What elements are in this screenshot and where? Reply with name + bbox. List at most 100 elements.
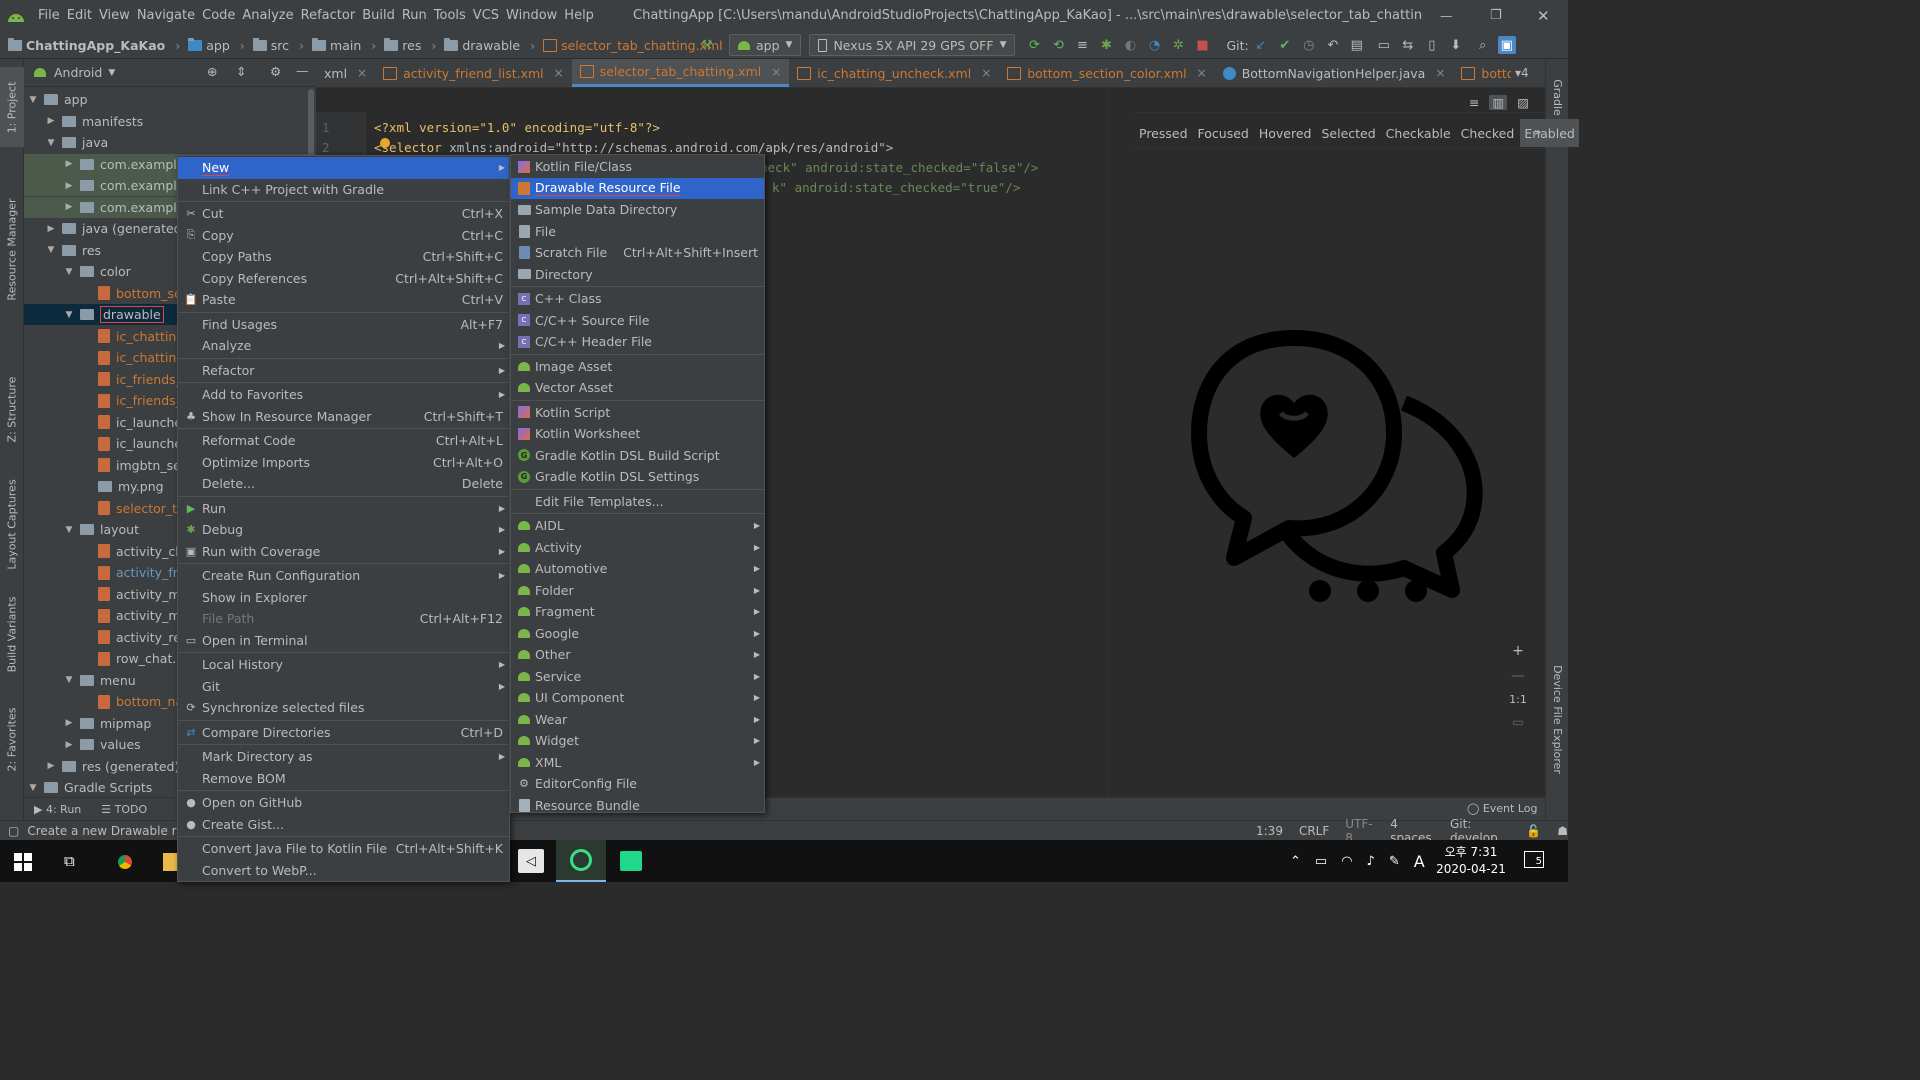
expand-down-icon[interactable]: ▼: [64, 525, 74, 535]
debug-icon[interactable]: ✱: [1097, 36, 1115, 54]
menu-item-analyze[interactable]: Analyze ▶: [178, 335, 509, 357]
breadcrumb-item[interactable]: res ›: [384, 37, 436, 53]
expand-right-icon[interactable]: ▶: [64, 718, 74, 728]
menu-item-synchronize-selected-files[interactable]: ⟳ Synchronize selected files: [178, 697, 509, 719]
wifi-icon[interactable]: ◠: [1341, 854, 1352, 869]
menu-item-add-to-favorites[interactable]: Add to Favorites ▶: [178, 384, 509, 406]
menu-item-compare-directories[interactable]: ⇄ Compare Directories Ctrl+D: [178, 722, 509, 744]
tab-event-log[interactable]: ◯ Event Log: [1467, 802, 1537, 815]
menu-item-file-path[interactable]: File Path Ctrl+Alt+F12: [178, 608, 509, 630]
menu-item-paste[interactable]: 📋 Paste Ctrl+V: [178, 289, 509, 311]
intention-bulb-icon[interactable]: [380, 138, 390, 148]
menu-item-mark-directory-as[interactable]: Mark Directory as ▶: [178, 746, 509, 768]
menu-file[interactable]: File: [38, 0, 67, 31]
state-tab-checkable[interactable]: Checkable: [1382, 119, 1455, 147]
tab-bottomnavigationhelper-java[interactable]: BottomNavigationHelper.java ×: [1215, 59, 1454, 87]
battery-icon[interactable]: ▭: [1315, 854, 1327, 869]
chrome-icon[interactable]: [113, 850, 137, 874]
menu-item-other[interactable]: Other ▶: [511, 644, 764, 666]
state-tab-focused[interactable]: Focused: [1194, 119, 1253, 147]
git-commit-icon[interactable]: ✔: [1276, 36, 1294, 54]
menu-item-remove-bom[interactable]: Remove BOM: [178, 768, 509, 790]
menu-item-show-in-resource-manager[interactable]: ♣ Show In Resource Manager Ctrl+Shift+T: [178, 406, 509, 428]
tab-resource-manager[interactable]: Resource Manager: [0, 169, 24, 329]
ime-indicator[interactable]: A: [1414, 852, 1425, 871]
tab-run[interactable]: ▶ 4: Run: [34, 803, 81, 816]
menu-item-kotlin-script[interactable]: Kotlin Script: [511, 402, 764, 424]
menu-item-sample-data-directory[interactable]: Sample Data Directory: [511, 199, 764, 221]
menu-item-aidl[interactable]: AIDL ▶: [511, 515, 764, 537]
expand-right-icon[interactable]: ▶: [64, 159, 74, 169]
zoom-actual-size-button[interactable]: 1:1: [1509, 693, 1527, 706]
menu-edit[interactable]: Edit: [67, 0, 99, 31]
apply-changes-icon[interactable]: ⟳: [1025, 36, 1043, 54]
zoom-out-icon[interactable]: —: [1511, 668, 1525, 684]
hide-panel-icon[interactable]: —: [296, 63, 309, 78]
menu-item-local-history[interactable]: Local History ▶: [178, 654, 509, 676]
menu-item-cut[interactable]: ✂ Cut Ctrl+X: [178, 203, 509, 225]
menu-item-create-run-configuration[interactable]: Create Run Configuration ▶: [178, 565, 509, 587]
menu-item-c-class[interactable]: C C++ Class: [511, 288, 764, 310]
close-tab-icon[interactable]: ×: [1197, 66, 1207, 80]
expand-down-icon[interactable]: ▼: [46, 138, 56, 148]
menu-item-widget[interactable]: Widget ▶: [511, 730, 764, 752]
notification-center-icon[interactable]: 5: [1524, 851, 1544, 868]
breadcrumb-item[interactable]: src ›: [252, 37, 304, 53]
run-list-icon[interactable]: ≡: [1073, 36, 1091, 54]
run-config-select[interactable]: app ▼: [729, 34, 802, 56]
breadcrumb-item[interactable]: app ›: [188, 37, 245, 53]
menu-item-find-usages[interactable]: Find Usages Alt+F7: [178, 314, 509, 336]
expand-down-icon[interactable]: ▼: [46, 245, 56, 255]
project-structure-icon[interactable]: ▤: [1348, 36, 1366, 54]
menu-item-kotlin-worksheet[interactable]: Kotlin Worksheet: [511, 423, 764, 445]
menu-item-run[interactable]: ▶ Run ▶: [178, 498, 509, 520]
state-tab-selected[interactable]: Selected: [1317, 119, 1379, 147]
menu-view[interactable]: View: [99, 0, 137, 31]
menu-item-copy[interactable]: ⎘ Copy Ctrl+C: [178, 225, 509, 247]
menu-tools[interactable]: Tools: [434, 0, 473, 31]
menu-item-edit-file-templates[interactable]: Edit File Templates...: [511, 491, 764, 513]
pycharm-icon[interactable]: [620, 851, 642, 871]
caret-position[interactable]: 1:39: [1256, 824, 1283, 838]
state-tab-pressed[interactable]: Pressed: [1135, 119, 1192, 147]
menu-help[interactable]: Help: [564, 0, 601, 31]
breadcrumb-item[interactable]: ChattingApp_KaKao ›: [8, 37, 180, 53]
breadcrumb-item[interactable]: drawable ›: [444, 37, 535, 53]
state-tab-enabled[interactable]: Enabled: [1520, 119, 1579, 147]
sync-gradle-icon[interactable]: ⇆: [1399, 36, 1417, 54]
tab-layout-captures[interactable]: Layout Captures: [0, 469, 24, 579]
menu-item-service[interactable]: Service ▶: [511, 666, 764, 688]
profile-icon[interactable]: ◔: [1145, 36, 1163, 54]
menu-item-git[interactable]: Git ▶: [178, 676, 509, 698]
expand-right-icon[interactable]: ▶: [64, 740, 74, 750]
tree-item-manifests[interactable]: ▶ manifests: [24, 111, 316, 132]
tab-gradle[interactable]: Gradle: [1546, 67, 1569, 127]
menu-build[interactable]: Build: [362, 0, 402, 31]
expand-down-icon[interactable]: ▼: [64, 310, 74, 320]
device-select[interactable]: Nexus 5X API 29 GPS OFF ▼: [809, 34, 1016, 56]
close-tab-icon[interactable]: ×: [981, 66, 991, 80]
tab-ic-chatting-uncheck-xml[interactable]: ic_chatting_uncheck.xml ×: [789, 59, 999, 87]
tabs-overflow-button[interactable]: ▾4: [1515, 66, 1529, 80]
menu-item-xml[interactable]: XML ▶: [511, 752, 764, 774]
menu-item-image-asset[interactable]: Image Asset: [511, 356, 764, 378]
tab-xml[interactable]: xml ×: [316, 59, 375, 87]
gear-icon[interactable]: ⚙: [270, 64, 281, 79]
tab-bottom-section-color-xml[interactable]: bottom_section_color.xml ×: [999, 59, 1214, 87]
tab-activity-friend-list-xml[interactable]: activity_friend_list.xml ×: [375, 59, 572, 87]
menu-vcs[interactable]: VCS: [473, 0, 506, 31]
expand-down-icon[interactable]: ▼: [28, 783, 38, 793]
project-view-select[interactable]: Android: [54, 65, 102, 80]
locate-icon[interactable]: ⊕: [207, 64, 217, 79]
menu-item-run-with-coverage[interactable]: ▣ Run with Coverage ▶: [178, 541, 509, 563]
menu-item-convert-to-webp[interactable]: Convert to WebP...: [178, 860, 509, 882]
collapse-all-icon[interactable]: ⇕: [236, 64, 246, 79]
menu-analyze[interactable]: Analyze: [242, 0, 300, 31]
explorer-icon[interactable]: [163, 853, 177, 871]
menu-item-create-gist[interactable]: ● Create Gist...: [178, 814, 509, 836]
lock-icon[interactable]: 🔓: [1526, 824, 1541, 838]
expand-down-icon[interactable]: ▼: [64, 267, 74, 277]
split-view-icon[interactable]: ▥: [1489, 94, 1508, 110]
menu-item-drawable-resource-file[interactable]: Drawable Resource File: [511, 177, 764, 199]
code-view-icon[interactable]: ≡: [1469, 95, 1479, 110]
